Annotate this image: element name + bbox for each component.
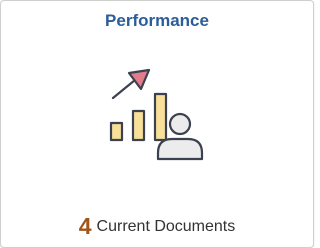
arrow-head-icon: [127, 68, 151, 91]
document-count: 4: [78, 213, 92, 239]
arrow-line-icon: [111, 78, 137, 100]
person-body-icon: [156, 137, 204, 161]
document-count-label: Current Documents: [96, 218, 236, 235]
performance-tile[interactable]: Performance 4 Current Documents: [0, 0, 314, 248]
bar-icon-3: [153, 92, 168, 142]
person-head-icon: [168, 112, 192, 136]
bar-icon-2: [131, 109, 146, 142]
tile-footer: 4 Current Documents: [1, 213, 313, 239]
bar-icon-1: [109, 121, 124, 142]
performance-chart-person-icon: [101, 63, 211, 167]
tile-title: Performance: [105, 11, 209, 30]
